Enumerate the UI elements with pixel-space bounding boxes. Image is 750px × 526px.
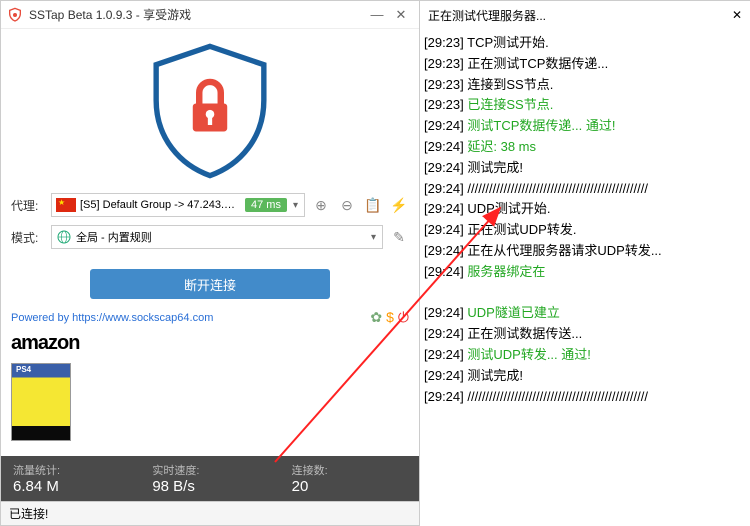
- remove-proxy-button[interactable]: ⊖: [337, 195, 357, 215]
- log-line: [29:24] 测试UDP转发... 通过!: [424, 345, 746, 366]
- log-line: [29:23] 正在测试TCP数据传递...: [424, 54, 746, 75]
- refresh-proxy-button[interactable]: ⚡: [389, 195, 409, 215]
- status-bar: 已连接!: [1, 501, 419, 525]
- sponsor-logo[interactable]: amazon: [11, 332, 79, 354]
- log-line: [29:23] 已连接SS节点.: [424, 95, 746, 116]
- log-line: [29:24] UDP测试开始.: [424, 199, 746, 220]
- app-shield-icon: [7, 7, 23, 23]
- speed-label: 实时速度:: [152, 462, 267, 478]
- log-line: [29:24] ////////////////////////////////…: [424, 179, 746, 200]
- traffic-label: 流量统计:: [13, 462, 128, 478]
- chevron-down-icon: ▾: [369, 232, 378, 243]
- log-line: [29:24] 正在测试数据传送...: [424, 324, 746, 345]
- mode-dropdown[interactable]: 全局 - 内置规则 ▾: [51, 225, 383, 249]
- log-line: [424, 283, 746, 304]
- connect-button[interactable]: 断开连接: [90, 269, 330, 299]
- globe-icon: [56, 229, 72, 245]
- chevron-down-icon: ▾: [291, 200, 300, 211]
- log-line: [29:23] 连接到SS节点.: [424, 75, 746, 96]
- proxy-dropdown[interactable]: [S5] Default Group -> 47.243.19... 47 ms…: [51, 193, 305, 217]
- conn-label: 连接数:: [292, 462, 407, 478]
- latency-badge: 47 ms: [245, 198, 287, 212]
- window-title: SSTap Beta 1.0.9.3 - 享受游戏: [29, 6, 365, 23]
- log-line: [29:24] 测试完成!: [424, 158, 746, 179]
- speed-value: 98 B/s: [152, 478, 267, 495]
- log-line: [29:24] UDP隧道已建立: [424, 303, 746, 324]
- log-line: [29:24] 正在测试UDP转发.: [424, 220, 746, 241]
- traffic-value: 6.84 M: [13, 478, 128, 495]
- log-line: [29:24] 正在从代理服务器请求UDP转发...: [424, 241, 746, 262]
- proxy-text: [S5] Default Group -> 47.243.19...: [80, 199, 241, 211]
- minimize-button[interactable]: —: [365, 7, 389, 22]
- game-cover-image[interactable]: [11, 363, 71, 441]
- log-line: [29:24] 服务器绑定在: [424, 262, 746, 283]
- add-proxy-button[interactable]: ⊕: [311, 195, 331, 215]
- log-line: [29:24] 延迟: 38 ms: [424, 137, 746, 158]
- settings-icon[interactable]: ✿: [370, 309, 382, 326]
- stats-bar: 流量统计: 6.84 M 实时速度: 98 B/s 连接数: 20: [1, 456, 419, 501]
- mode-label: 模式:: [11, 229, 45, 246]
- conn-value: 20: [292, 478, 407, 495]
- log-line: [29:24] ////////////////////////////////…: [424, 387, 746, 408]
- proxy-label: 代理:: [11, 197, 45, 214]
- log-line: [29:24] 测试完成!: [424, 366, 746, 387]
- edit-mode-button[interactable]: ✎: [389, 227, 409, 247]
- log-line: [29:24] 测试TCP数据传递... 通过!: [424, 116, 746, 137]
- power-icon[interactable]: ⏻: [398, 309, 409, 326]
- close-button[interactable]: ✕: [389, 7, 413, 23]
- flag-icon: [56, 198, 76, 212]
- log-body: [29:23] TCP测试开始.[29:23] 正在测试TCP数据传递...[2…: [420, 29, 750, 526]
- log-window-title: 正在测试代理服务器...: [428, 7, 732, 24]
- mode-text: 全局 - 内置规则: [76, 229, 365, 245]
- donate-icon[interactable]: $: [386, 309, 394, 326]
- log-close-button[interactable]: ✕: [732, 8, 742, 22]
- shield-logo: [145, 41, 275, 181]
- edit-proxy-button[interactable]: 📋: [363, 195, 383, 215]
- log-line: [29:23] TCP测试开始.: [424, 33, 746, 54]
- powered-by-link[interactable]: Powered by https://www.sockscap64.com: [11, 312, 370, 324]
